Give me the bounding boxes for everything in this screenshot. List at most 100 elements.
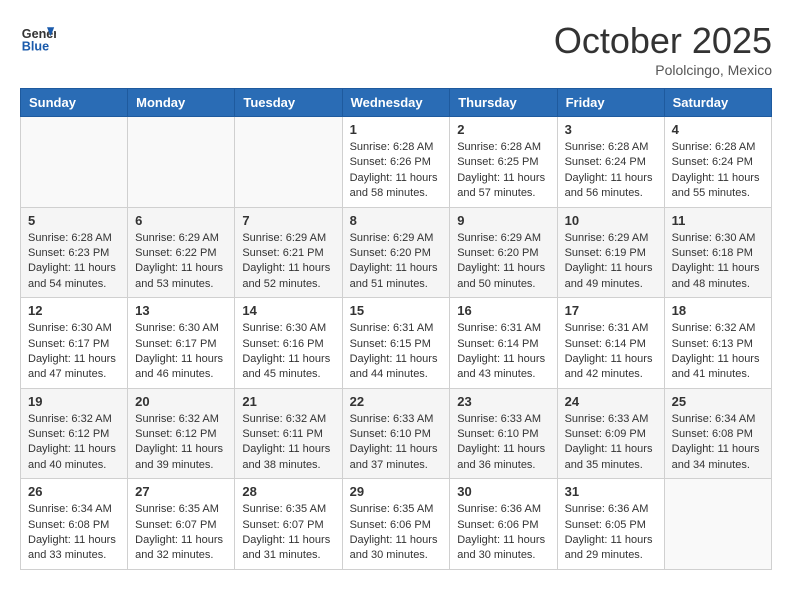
day-info: Sunrise: 6:31 AM Sunset: 6:14 PM Dayligh… [457, 321, 549, 383]
day-info: Sunrise: 6:33 AM Sunset: 6:09 PM Dayligh… [565, 412, 657, 474]
page-header: General Blue October 2025 Pololcingo, Me… [20, 20, 772, 78]
day-info: Sunrise: 6:28 AM Sunset: 6:26 PM Dayligh… [350, 140, 443, 202]
day-info: Sunrise: 6:31 AM Sunset: 6:14 PM Dayligh… [565, 321, 657, 383]
day-info: Sunrise: 6:28 AM Sunset: 6:24 PM Dayligh… [672, 140, 764, 202]
calendar-cell: 24 Sunrise: 6:33 AM Sunset: 6:09 PM Dayli… [557, 388, 664, 479]
calendar-cell: 8 Sunrise: 6:29 AM Sunset: 6:20 PM Daylig… [342, 207, 450, 298]
calendar-cell: 26Sunrise: 6:34 AM Sunset: 6:08 PM Dayli… [21, 479, 128, 570]
calendar-cell [664, 479, 771, 570]
weekday-header-monday: Monday [128, 89, 235, 117]
calendar-cell: 5 Sunrise: 6:28 AM Sunset: 6:23 PM Daylig… [21, 207, 128, 298]
day-number: 17 [565, 303, 657, 318]
day-number: 4 [672, 122, 764, 137]
calendar-cell: 20Sunrise: 6:32 AM Sunset: 6:12 PM Dayli… [128, 388, 235, 479]
calendar-cell: 18 Sunrise: 6:32 AM Sunset: 6:13 PM Dayli… [664, 298, 771, 389]
day-info: Sunrise: 6:32 AM Sunset: 6:11 PM Dayligh… [242, 412, 334, 474]
day-info: Sunrise: 6:30 AM Sunset: 6:17 PM Dayligh… [28, 321, 120, 383]
calendar-cell: 13 Sunrise: 6:30 AM Sunset: 6:17 PM Dayli… [128, 298, 235, 389]
calendar-week-1: 1 Sunrise: 6:28 AM Sunset: 6:26 PM Daylig… [21, 117, 772, 208]
day-number: 15 [350, 303, 443, 318]
day-number: 28 [242, 484, 334, 499]
weekday-header-sunday: Sunday [21, 89, 128, 117]
day-number: 16 [457, 303, 549, 318]
calendar-week-5: 26Sunrise: 6:34 AM Sunset: 6:08 PM Dayli… [21, 479, 772, 570]
day-info: Sunrise: 6:35 AM Sunset: 6:07 PM Dayligh… [135, 502, 227, 564]
calendar-cell [128, 117, 235, 208]
day-number: 21 [242, 394, 334, 409]
calendar-cell: 15 Sunrise: 6:31 AM Sunset: 6:15 PM Dayli… [342, 298, 450, 389]
calendar-cell: 19 Sunrise: 6:32 AM Sunset: 6:12 PM Dayli… [21, 388, 128, 479]
weekday-header-wednesday: Wednesday [342, 89, 450, 117]
day-number: 19 [28, 394, 120, 409]
day-info: Sunrise: 6:36 AM Sunset: 6:06 PM Dayligh… [457, 502, 549, 564]
day-number: 12 [28, 303, 120, 318]
weekday-header-tuesday: Tuesday [235, 89, 342, 117]
day-info: Sunrise: 6:30 AM Sunset: 6:18 PM Dayligh… [672, 231, 764, 293]
calendar-week-4: 19 Sunrise: 6:32 AM Sunset: 6:12 PM Dayli… [21, 388, 772, 479]
calendar: SundayMondayTuesdayWednesdayThursdayFrid… [20, 88, 772, 570]
calendar-cell: 2 Sunrise: 6:28 AM Sunset: 6:25 PM Daylig… [450, 117, 557, 208]
day-info: Sunrise: 6:35 AM Sunset: 6:07 PM Dayligh… [242, 502, 334, 564]
day-info: Sunrise: 6:33 AM Sunset: 6:10 PM Dayligh… [350, 412, 443, 474]
day-number: 30 [457, 484, 549, 499]
day-info: Sunrise: 6:32 AM Sunset: 6:13 PM Dayligh… [672, 321, 764, 383]
day-info: Sunrise: 6:28 AM Sunset: 6:23 PM Dayligh… [28, 231, 120, 293]
day-info: Sunrise: 6:34 AM Sunset: 6:08 PM Dayligh… [672, 412, 764, 474]
day-number: 23 [457, 394, 549, 409]
day-number: 8 [350, 213, 443, 228]
weekday-header-friday: Friday [557, 89, 664, 117]
day-number: 24 [565, 394, 657, 409]
day-number: 2 [457, 122, 549, 137]
day-number: 10 [565, 213, 657, 228]
day-info: Sunrise: 6:35 AM Sunset: 6:06 PM Dayligh… [350, 502, 443, 564]
calendar-cell: 11 Sunrise: 6:30 AM Sunset: 6:18 PM Dayli… [664, 207, 771, 298]
day-info: Sunrise: 6:33 AM Sunset: 6:10 PM Dayligh… [457, 412, 549, 474]
day-info: Sunrise: 6:29 AM Sunset: 6:20 PM Dayligh… [350, 231, 443, 293]
calendar-cell: 10 Sunrise: 6:29 AM Sunset: 6:19 PM Dayli… [557, 207, 664, 298]
day-info: Sunrise: 6:31 AM Sunset: 6:15 PM Dayligh… [350, 321, 443, 383]
day-number: 11 [672, 213, 764, 228]
calendar-week-3: 12 Sunrise: 6:30 AM Sunset: 6:17 PM Dayli… [21, 298, 772, 389]
calendar-cell: 7Sunrise: 6:29 AM Sunset: 6:21 PM Daylig… [235, 207, 342, 298]
calendar-cell: 27 Sunrise: 6:35 AM Sunset: 6:07 PM Dayli… [128, 479, 235, 570]
logo-icon: General Blue [20, 20, 56, 56]
day-info: Sunrise: 6:30 AM Sunset: 6:16 PM Dayligh… [242, 321, 334, 383]
day-number: 1 [350, 122, 443, 137]
day-info: Sunrise: 6:32 AM Sunset: 6:12 PM Dayligh… [28, 412, 120, 474]
day-info: Sunrise: 6:29 AM Sunset: 6:20 PM Dayligh… [457, 231, 549, 293]
location: Pololcingo, Mexico [554, 62, 772, 78]
calendar-cell: 16 Sunrise: 6:31 AM Sunset: 6:14 PM Dayli… [450, 298, 557, 389]
calendar-cell: 6Sunrise: 6:29 AM Sunset: 6:22 PM Daylig… [128, 207, 235, 298]
calendar-cell: 3Sunrise: 6:28 AM Sunset: 6:24 PM Daylig… [557, 117, 664, 208]
calendar-cell: 25 Sunrise: 6:34 AM Sunset: 6:08 PM Dayli… [664, 388, 771, 479]
day-info: Sunrise: 6:29 AM Sunset: 6:19 PM Dayligh… [565, 231, 657, 293]
day-number: 5 [28, 213, 120, 228]
day-info: Sunrise: 6:28 AM Sunset: 6:25 PM Dayligh… [457, 140, 549, 202]
title-block: October 2025 Pololcingo, Mexico [554, 20, 772, 78]
weekday-header-row: SundayMondayTuesdayWednesdayThursdayFrid… [21, 89, 772, 117]
day-number: 29 [350, 484, 443, 499]
calendar-cell: 22 Sunrise: 6:33 AM Sunset: 6:10 PM Dayli… [342, 388, 450, 479]
calendar-cell: 31Sunrise: 6:36 AM Sunset: 6:05 PM Dayli… [557, 479, 664, 570]
calendar-week-2: 5 Sunrise: 6:28 AM Sunset: 6:23 PM Daylig… [21, 207, 772, 298]
day-info: Sunrise: 6:30 AM Sunset: 6:17 PM Dayligh… [135, 321, 227, 383]
calendar-cell: 4 Sunrise: 6:28 AM Sunset: 6:24 PM Daylig… [664, 117, 771, 208]
day-number: 22 [350, 394, 443, 409]
weekday-header-thursday: Thursday [450, 89, 557, 117]
day-info: Sunrise: 6:29 AM Sunset: 6:22 PM Dayligh… [135, 231, 227, 293]
calendar-cell: 23 Sunrise: 6:33 AM Sunset: 6:10 PM Dayli… [450, 388, 557, 479]
calendar-cell [21, 117, 128, 208]
calendar-cell: 21 Sunrise: 6:32 AM Sunset: 6:11 PM Dayli… [235, 388, 342, 479]
day-number: 25 [672, 394, 764, 409]
calendar-cell: 14Sunrise: 6:30 AM Sunset: 6:16 PM Dayli… [235, 298, 342, 389]
day-info: Sunrise: 6:34 AM Sunset: 6:08 PM Dayligh… [28, 502, 120, 564]
day-info: Sunrise: 6:28 AM Sunset: 6:24 PM Dayligh… [565, 140, 657, 202]
calendar-cell: 12 Sunrise: 6:30 AM Sunset: 6:17 PM Dayli… [21, 298, 128, 389]
weekday-header-saturday: Saturday [664, 89, 771, 117]
calendar-cell: 17 Sunrise: 6:31 AM Sunset: 6:14 PM Dayli… [557, 298, 664, 389]
day-number: 13 [135, 303, 227, 318]
day-number: 27 [135, 484, 227, 499]
day-number: 18 [672, 303, 764, 318]
day-number: 20 [135, 394, 227, 409]
calendar-cell: 29 Sunrise: 6:35 AM Sunset: 6:06 PM Dayli… [342, 479, 450, 570]
